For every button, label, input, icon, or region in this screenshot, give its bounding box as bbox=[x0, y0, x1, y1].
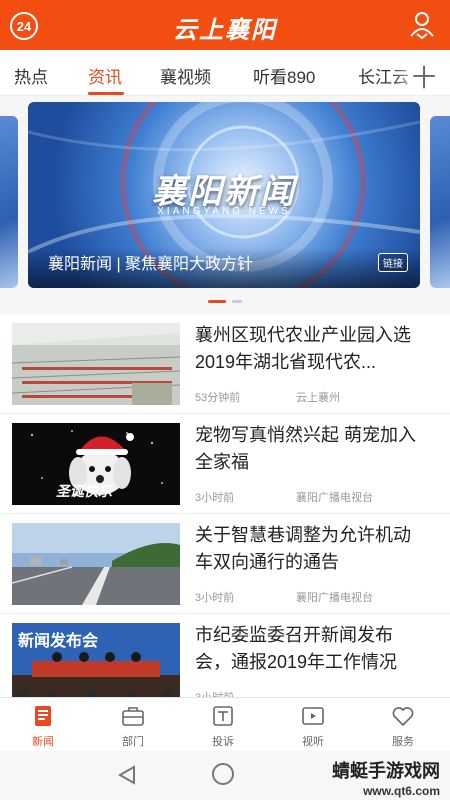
watermark-url: www.qt6.com bbox=[363, 784, 440, 798]
bottom-tab-label: 服务 bbox=[392, 736, 414, 748]
tab-hot[interactable]: 热点 bbox=[14, 63, 48, 88]
banner-link-tag: 链接 bbox=[378, 253, 408, 272]
bottom-tab-audiovisual[interactable]: 视听 bbox=[283, 704, 343, 749]
news-time: 3小时前 bbox=[195, 492, 235, 504]
bottom-tab-complaints[interactable]: 投诉 bbox=[193, 704, 253, 749]
briefcase-icon bbox=[122, 707, 144, 726]
user-icon[interactable] bbox=[408, 10, 436, 40]
banner-caption: 襄阳新闻 | 聚焦襄阳大政方针 bbox=[48, 256, 254, 273]
prev-banner-peek[interactable] bbox=[0, 116, 18, 288]
banner-carousel[interactable]: 襄阳新闻 XIANGYANG NEWS 襄阳新闻 | 聚焦襄阳大政方针 链接 bbox=[0, 96, 450, 314]
app-header: 24 云上襄阳 bbox=[0, 0, 450, 50]
system-nav-bar: 蜻蜓手游戏网 www.qt6.com bbox=[0, 751, 450, 800]
add-channel-icon[interactable]: 十 bbox=[412, 58, 436, 93]
tab-xiang-video[interactable]: 襄视频 bbox=[160, 63, 211, 88]
news-item[interactable]: 圣诞快乐 宠物写真悄然兴起 萌宠加入全家福 3小时前 襄阳广播电视台 bbox=[0, 414, 450, 514]
next-banner-peek[interactable] bbox=[430, 116, 450, 288]
bottom-tab-services[interactable]: 服务 bbox=[373, 704, 433, 749]
bottom-tab-label: 新闻 bbox=[32, 736, 54, 748]
news-title: 宠物写真悄然兴起 萌宠加入全家福 bbox=[195, 425, 416, 472]
active-tab-indicator bbox=[88, 92, 124, 95]
news-source: 襄阳广播电视台 bbox=[296, 592, 373, 604]
bottom-tab-news[interactable]: 新闻 bbox=[13, 704, 73, 749]
banner-caption-bar: 襄阳新闻 | 聚焦襄阳大政方针 链接 bbox=[28, 248, 420, 288]
complaint-icon bbox=[213, 706, 233, 726]
heart-icon bbox=[392, 707, 414, 727]
home-icon[interactable] bbox=[212, 763, 234, 785]
carousel-dot-2 bbox=[232, 300, 242, 303]
news-item[interactable]: 襄州区现代农业产业园入选2019年湖北省现代农... 53分钟前 云上襄州 bbox=[0, 314, 450, 414]
bottom-tab-label: 投诉 bbox=[212, 736, 234, 748]
app-title: 云上襄阳 bbox=[173, 17, 277, 44]
news-thumbnail-pet: 圣诞快乐 bbox=[12, 423, 180, 505]
channel-tabs: 热点 资讯 襄视频 听看890 长江云 十 bbox=[0, 50, 450, 96]
bottom-tab-bar: 新闻 部门 投诉 视听 服务 bbox=[0, 697, 450, 751]
news-title: 襄州区现代农业产业园入选2019年湖北省现代农... bbox=[195, 325, 411, 372]
news-source: 襄阳广播电视台 bbox=[296, 492, 373, 504]
news-thumbnail-road bbox=[12, 523, 180, 605]
news-time: 53分钟前 bbox=[195, 392, 241, 404]
news-title: 关于智慧巷调整为允许机动车双向通行的通告 bbox=[195, 525, 411, 572]
watermark: 蜻蜓手游戏网 www.qt6.com bbox=[332, 761, 440, 800]
news-list: 襄州区现代农业产业园入选2019年湖北省现代农... 53分钟前 云上襄州 圣诞… bbox=[0, 314, 450, 714]
banner-logo-subtitle: XIANGYANG NEWS bbox=[157, 206, 291, 217]
news-icon bbox=[35, 706, 51, 726]
news-source: 云上襄州 bbox=[296, 392, 340, 404]
news-title: 市纪委监委召开新闻发布会，通报2019年工作情况 bbox=[195, 625, 398, 672]
carousel-indicators bbox=[0, 300, 450, 303]
banner-slide[interactable]: 襄阳新闻 XIANGYANG NEWS 襄阳新闻 | 聚焦襄阳大政方针 链接 bbox=[28, 102, 420, 288]
bottom-tab-label: 视听 bbox=[302, 736, 324, 748]
news-thumbnail-greenhouse bbox=[12, 323, 180, 405]
bottom-tab-label: 部门 bbox=[122, 736, 144, 748]
press-thumb-text: 新闻发布会 bbox=[18, 633, 99, 650]
tab-news[interactable]: 资讯 bbox=[88, 63, 122, 88]
bottom-tab-departments[interactable]: 部门 bbox=[103, 704, 163, 749]
news-item[interactable]: 关于智慧巷调整为允许机动车双向通行的通告 3小时前 襄阳广播电视台 bbox=[0, 514, 450, 614]
news-time: 3小时前 bbox=[195, 592, 235, 604]
back-icon[interactable] bbox=[118, 765, 136, 785]
tab-listen-890[interactable]: 听看890 bbox=[253, 63, 315, 88]
christmas-thumb-text: 圣诞快乐 bbox=[56, 483, 112, 499]
video-icon bbox=[302, 707, 324, 725]
carousel-dot-1 bbox=[208, 300, 226, 303]
news-thumbnail-press-conference: 新闻发布会 bbox=[12, 623, 180, 705]
watermark-name: 蜻蜓手游戏网 bbox=[332, 761, 440, 781]
